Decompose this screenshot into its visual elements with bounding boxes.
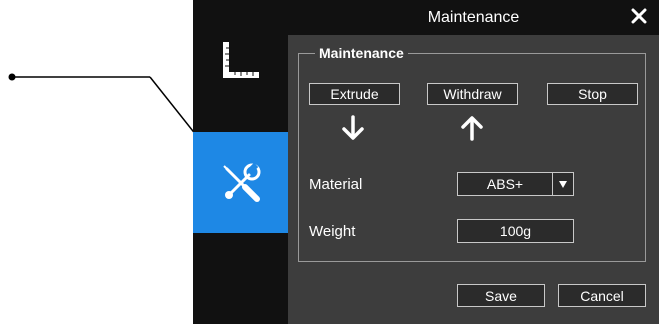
material-label: Material [309,176,363,193]
material-value: ABS+ [486,176,524,192]
sidebar [193,0,288,324]
weight-input[interactable] [457,219,574,243]
cancel-button[interactable]: Cancel [558,284,646,307]
weight-label: Weight [309,223,356,240]
chevron-down-icon[interactable] [552,173,573,195]
group-legend: Maintenance [315,45,408,61]
arrow-down-icon [342,115,364,140]
stop-button[interactable]: Stop [547,83,638,105]
ruler-icon [222,42,259,78]
callout-dot [8,73,16,81]
window-title: Maintenance [427,9,520,26]
sidebar-item-maintenance[interactable] [193,132,288,233]
arrow-up-icon [461,116,483,141]
tools-icon [222,162,260,202]
maintenance-screen: Maintenance Maintenance Extrude Withdraw… [0,0,659,324]
withdraw-button[interactable]: Withdraw [427,83,518,105]
close-icon[interactable] [631,8,647,24]
extrude-button[interactable]: Extrude [309,83,400,105]
title-bar: Maintenance [288,0,659,35]
material-select[interactable]: ABS+ [457,172,574,196]
save-button[interactable]: Save [457,284,545,307]
maintenance-panel: Maintenance Extrude Withdraw Stop Materi… [288,35,659,324]
sidebar-item-ruler[interactable] [193,30,288,90]
